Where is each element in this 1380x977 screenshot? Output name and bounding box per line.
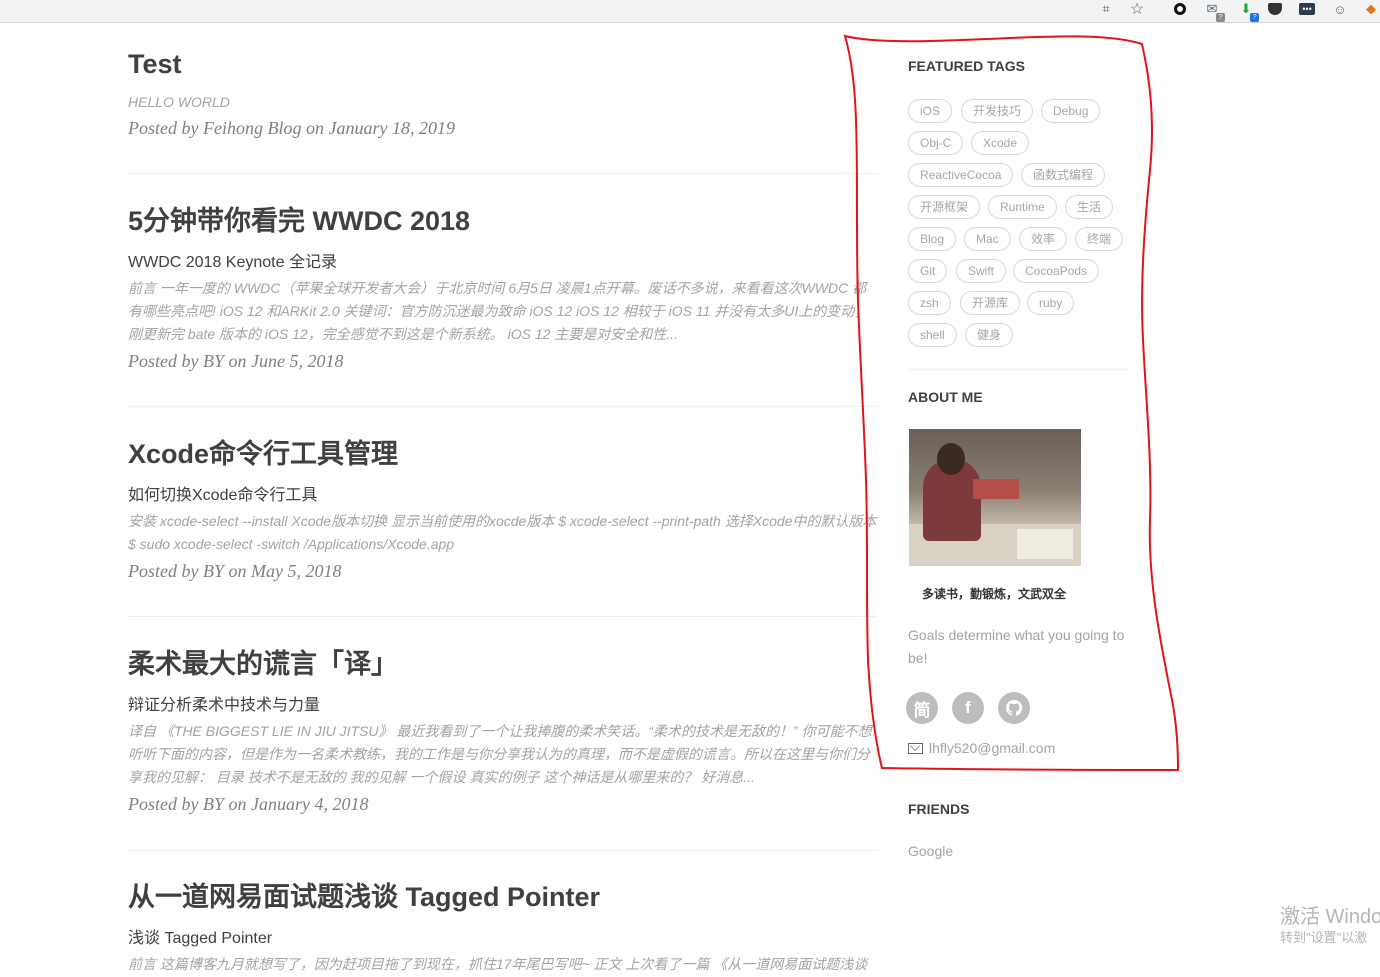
- tag-swift[interactable]: Swift: [956, 259, 1007, 283]
- post-title[interactable]: 5分钟带你看完 WWDC 2018: [128, 204, 470, 238]
- post-excerpt: 安装 xcode-select --install Xcode版本切换 显示当前…: [128, 513, 877, 552]
- post-divider: [128, 173, 878, 174]
- profile-motto: 多读书，勤锻炼，文武双全: [922, 587, 1067, 601]
- tag-runtime[interactable]: Runtime: [988, 195, 1057, 219]
- post-subtitle: 如何切换Xcode命令行工具: [128, 487, 318, 504]
- post-meta: Posted by BY on June 5, 2018: [128, 351, 344, 371]
- tag-oss-lib[interactable]: 开源库: [960, 291, 1021, 315]
- jianshu-icon[interactable]: 简: [906, 692, 938, 724]
- about-me-heading: ABOUT ME: [908, 389, 983, 405]
- post-meta: Posted by BY on May 5, 2018: [128, 561, 342, 581]
- post-subtitle: 辩证分析柔术中技术与力量: [128, 697, 321, 714]
- tag-cocoapods[interactable]: CocoaPods: [1013, 259, 1100, 283]
- avatar-extension-icon[interactable]: ☺: [1331, 0, 1349, 18]
- email-address[interactable]: lhfly520@gmail.com: [929, 740, 1055, 756]
- post-subtitle: HELLO WORLD: [128, 94, 230, 110]
- tag-git[interactable]: Git: [908, 259, 948, 283]
- tag-reactivecocoa[interactable]: ReactiveCocoa: [908, 163, 1014, 187]
- gmail-badge: ?: [1216, 13, 1225, 22]
- email-row[interactable]: lhfly520@gmail.com: [908, 740, 1055, 756]
- post-item[interactable]: Test: [128, 48, 878, 80]
- tag-objc[interactable]: Obj-C: [908, 131, 964, 155]
- about-text: Goals determine what you going to be!: [908, 627, 1125, 666]
- post-excerpt: 前言 一年一度的 WWDC（苹果全球开发者大会）于北京时间 6月5日 凌晨1点开…: [128, 280, 869, 342]
- metamask-fox-icon[interactable]: ◆: [1362, 0, 1380, 18]
- tag-shell[interactable]: shell: [908, 323, 957, 347]
- post-subtitle: WWDC 2018 Keynote 全记录: [128, 254, 337, 271]
- download-extension-icon[interactable]: ⬇?: [1237, 0, 1259, 22]
- post-title[interactable]: Xcode命令行工具管理: [128, 437, 398, 471]
- featured-tags-heading: FEATURED TAGS: [908, 58, 1025, 74]
- tag-efficiency[interactable]: 效率: [1019, 227, 1068, 251]
- post-divider: [128, 850, 878, 851]
- sidebar-divider: [908, 369, 1128, 370]
- browser-toolbar: ⌗ ☆ ✉? ⬇? ••• ☺ ◆: [0, 0, 1380, 23]
- post-title[interactable]: Test: [128, 48, 878, 80]
- post-meta: Posted by Feihong Blog on January 18, 20…: [128, 118, 455, 138]
- activation-watermark-title: 激活 Windo: [1280, 906, 1380, 928]
- tag-mac[interactable]: Mac: [964, 227, 1011, 251]
- facebook-icon[interactable]: f: [952, 692, 984, 724]
- tag-blog[interactable]: Blog: [908, 227, 957, 251]
- bookmark-star-icon[interactable]: ☆: [1128, 0, 1146, 18]
- tag-zsh[interactable]: zsh: [908, 291, 951, 315]
- download-badge: ?: [1250, 13, 1259, 22]
- activation-watermark-subtitle: 转到"设置"以激: [1280, 930, 1368, 945]
- post-excerpt: 译自 《THE BIGGEST LIE IN JIU JITSU》 最近我看到了…: [128, 723, 872, 785]
- pocket-icon[interactable]: [1266, 0, 1284, 18]
- tag-fitness[interactable]: 健身: [965, 323, 1014, 347]
- github-icon[interactable]: [998, 692, 1030, 724]
- post-title[interactable]: 柔术最大的谎言「译」: [128, 647, 398, 681]
- tag-ruby[interactable]: ruby: [1027, 291, 1075, 315]
- tag-life[interactable]: 生活: [1065, 195, 1114, 219]
- profile-photo: [909, 429, 1081, 566]
- address-bar-end[interactable]: [0, 0, 1160, 19]
- friend-link-google[interactable]: Google: [908, 843, 953, 859]
- tag-terminal[interactable]: 终端: [1075, 227, 1124, 251]
- post-excerpt: 前言 这篇博客九月就想写了，因为赶项目拖了到现在，抓住17年尾巴写吧~ 正文 上…: [128, 956, 868, 972]
- tag-ios[interactable]: iOS: [908, 99, 953, 123]
- circle-extension-icon[interactable]: [1171, 0, 1189, 18]
- post-subtitle: 浅谈 Tagged Pointer: [128, 930, 273, 947]
- friends-heading: FRIENDS: [908, 801, 970, 817]
- more-extension-icon[interactable]: •••: [1298, 0, 1316, 18]
- post-meta: Posted by BY on January 4, 2018: [128, 794, 369, 814]
- tag-debug[interactable]: Debug: [1041, 99, 1101, 123]
- mail-icon: [908, 742, 923, 754]
- post-divider: [128, 616, 878, 617]
- post-title[interactable]: 从一道网易面试题浅谈 Tagged Pointer: [128, 880, 600, 914]
- gmail-icon[interactable]: ✉?: [1203, 0, 1225, 22]
- tag-functional[interactable]: 函数式编程: [1021, 163, 1106, 187]
- tag-dev-tips[interactable]: 开发技巧: [961, 99, 1034, 123]
- translate-icon[interactable]: ⌗: [1097, 0, 1115, 18]
- tag-oss-framework[interactable]: 开源框架: [908, 195, 981, 219]
- tag-xcode[interactable]: Xcode: [971, 131, 1030, 155]
- post-divider: [128, 406, 878, 407]
